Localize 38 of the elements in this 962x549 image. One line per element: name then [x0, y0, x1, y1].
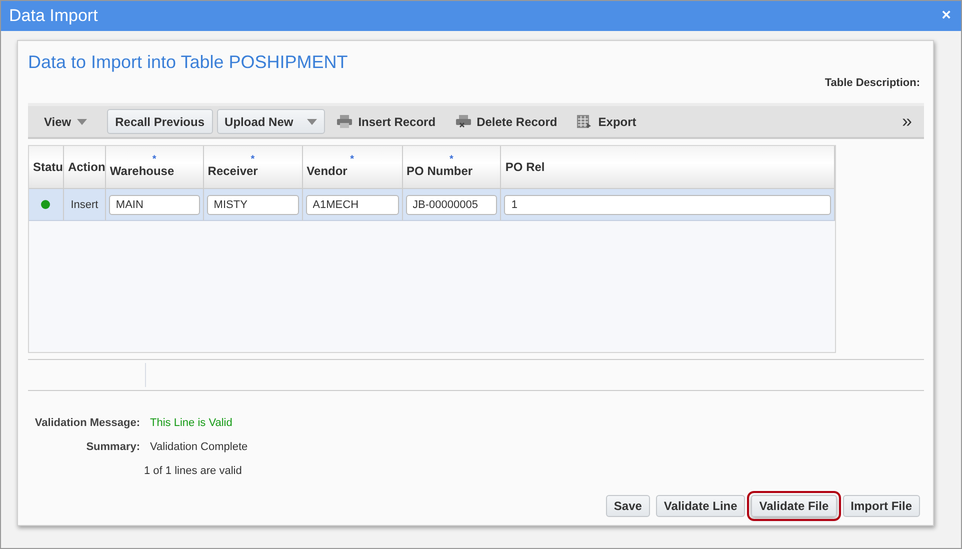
- column-header: * Receiver: [204, 146, 303, 189]
- action-button[interactable]: Import File: [842, 495, 920, 517]
- input-field[interactable]: A1MECH: [306, 194, 399, 214]
- action-button[interactable]: Save: [606, 495, 650, 517]
- column-header: PO Rel: [501, 146, 835, 189]
- action-button[interactable]: Validate Line: [656, 495, 746, 517]
- summary-text: Validation Complete: [150, 441, 249, 453]
- column-header: * Warehouse: [106, 146, 204, 189]
- input-field[interactable]: JB-00000005: [406, 194, 498, 214]
- valid-count: 1 of 1 lines are valid: [144, 465, 243, 477]
- validation-message: This Line is Valid: [150, 417, 234, 429]
- required-marker: *: [151, 156, 158, 164]
- toolbar-dropdown[interactable]: Upload New: [216, 109, 326, 134]
- required-marker: *: [250, 156, 256, 164]
- input-field[interactable]: MAIN: [108, 194, 200, 214]
- column-header: * PO Number: [402, 146, 502, 189]
- required-marker: *: [349, 156, 356, 164]
- window-title: Data Import: [9, 6, 98, 26]
- column-header: Action: [64, 146, 106, 189]
- column-header: * Vendor: [302, 146, 403, 189]
- input-field[interactable]: MISTY: [206, 194, 299, 214]
- action-cell: Insert: [70, 198, 98, 210]
- field-label: Summary:: [85, 441, 140, 453]
- printer-icon: [337, 115, 352, 128]
- toolbar-action[interactable]: Delete Record: [448, 114, 566, 128]
- toolbar-action[interactable]: Insert Record: [329, 114, 444, 128]
- printer-x-icon: [456, 115, 471, 128]
- spreadsheet-icon: [577, 115, 592, 128]
- view-menu[interactable]: View: [36, 114, 96, 128]
- field-label: Validation Message:: [34, 417, 140, 429]
- table-description-label: Table Description:: [824, 77, 920, 89]
- column-header: Statu: [29, 146, 64, 189]
- panel-title: Data to Import into Table POSHIPMENT: [28, 52, 349, 73]
- toolbar-button[interactable]: Recall Previous: [107, 109, 213, 134]
- input-field[interactable]: 1: [504, 194, 831, 214]
- required-marker: *: [448, 156, 454, 164]
- toolbar-action[interactable]: Export: [569, 114, 644, 128]
- overflow-button[interactable]: »: [902, 111, 912, 132]
